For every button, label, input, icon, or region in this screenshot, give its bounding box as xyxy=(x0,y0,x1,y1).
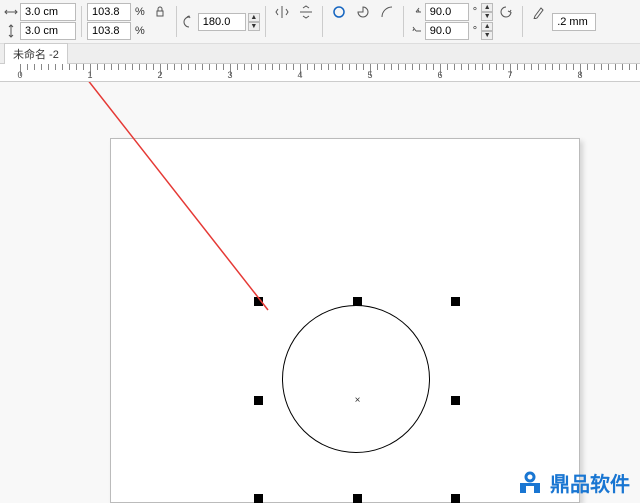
ellipse-tool-button[interactable] xyxy=(328,2,350,22)
pie-tool-button[interactable] xyxy=(352,2,374,22)
start-angle-icon xyxy=(409,5,423,19)
start-angle-input[interactable] xyxy=(425,3,469,21)
handle-bottom-middle[interactable] xyxy=(353,494,362,503)
end-angle-up[interactable]: ▲ xyxy=(481,22,493,31)
size-width-height-group xyxy=(4,2,76,41)
end-angle-icon xyxy=(409,24,423,38)
start-angle-up[interactable]: ▲ xyxy=(481,3,493,12)
degree-label: ° xyxy=(471,6,479,18)
object-width-input[interactable] xyxy=(20,3,76,21)
document-tab[interactable]: 未命名 -2 xyxy=(4,43,68,64)
rotation-group: ▲ ▼ xyxy=(182,13,260,31)
document-tab-bar: 未命名 -2 xyxy=(0,44,640,64)
scale-group: % % xyxy=(87,2,147,41)
percent-label: % xyxy=(133,25,147,37)
height-icon xyxy=(4,24,18,38)
handle-middle-left[interactable] xyxy=(254,396,263,405)
rotation-down[interactable]: ▼ xyxy=(248,22,260,31)
rotate-icon xyxy=(182,15,196,29)
start-angle-down[interactable]: ▼ xyxy=(481,12,493,21)
end-angle-input[interactable] xyxy=(425,22,469,40)
outline-pen-button[interactable] xyxy=(528,2,550,22)
handle-bottom-right[interactable] xyxy=(451,494,460,503)
canvas-area[interactable]: × 鼎品软件 xyxy=(0,82,640,503)
object-height-input[interactable] xyxy=(20,22,76,40)
scale-x-input[interactable] xyxy=(87,3,131,21)
watermark-text: 鼎品软件 xyxy=(550,468,630,497)
swap-direction-button[interactable] xyxy=(495,2,517,22)
percent-label: % xyxy=(133,6,147,18)
rotation-up[interactable]: ▲ xyxy=(248,13,260,22)
watermark: 鼎品软件 xyxy=(516,468,630,497)
scale-y-input[interactable] xyxy=(87,22,131,40)
handle-top-right[interactable] xyxy=(451,297,460,306)
arc-tool-button[interactable] xyxy=(376,2,398,22)
lock-ratio-button[interactable] xyxy=(149,2,171,22)
horizontal-ruler[interactable]: 012345678 xyxy=(0,64,640,82)
selection-bounding-box[interactable]: × xyxy=(258,301,456,499)
mirror-vertical-button[interactable] xyxy=(295,2,317,22)
watermark-logo-icon xyxy=(516,469,544,497)
mirror-horizontal-button[interactable] xyxy=(271,2,293,22)
handle-top-left[interactable] xyxy=(254,297,263,306)
rotation-input[interactable] xyxy=(198,13,246,31)
outline-width-input[interactable] xyxy=(552,13,596,31)
selection-center-icon: × xyxy=(353,396,362,405)
handle-top-middle[interactable] xyxy=(353,297,362,306)
start-end-angle-group: ° ▲ ▼ ° ▲ ▼ xyxy=(409,2,493,41)
degree-label: ° xyxy=(471,25,479,37)
handle-bottom-left[interactable] xyxy=(254,494,263,503)
width-icon xyxy=(4,5,18,19)
ellipse-object[interactable] xyxy=(282,305,430,453)
property-bar: % % ▲ ▼ xyxy=(0,0,640,44)
end-angle-down[interactable]: ▼ xyxy=(481,31,493,40)
handle-middle-right[interactable] xyxy=(451,396,460,405)
